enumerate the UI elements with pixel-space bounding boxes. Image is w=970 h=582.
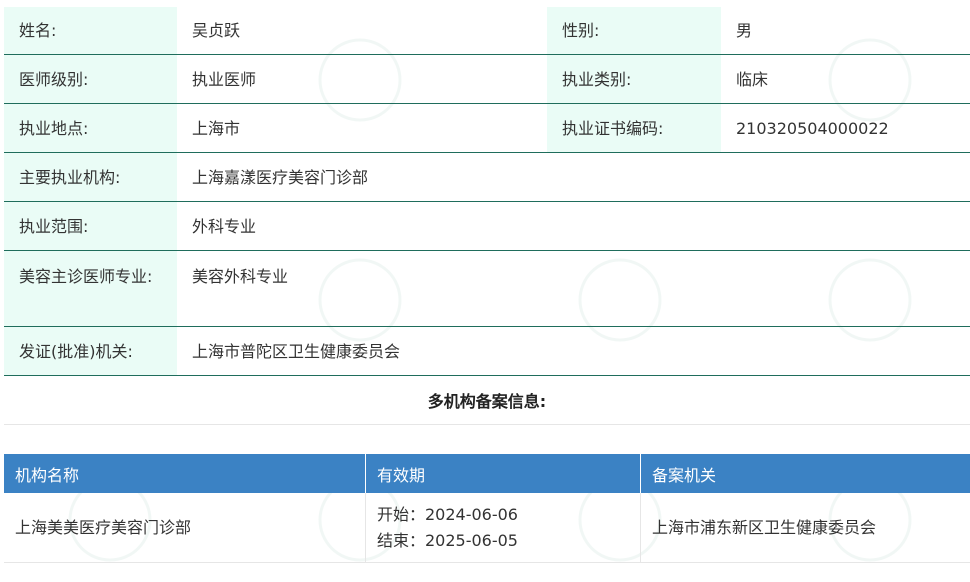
table-row: 上海美美医疗美容门诊部 开始：2024-06-06 结束：2025-06-05 … bbox=[4, 493, 970, 563]
category-value: 临床 bbox=[736, 69, 769, 89]
info-row-location-cert: 执业地点: 上海市 执业证书编码: 210320504000022 bbox=[4, 104, 970, 153]
validity-cell: 开始：2024-06-06 结束：2025-06-05 bbox=[366, 493, 641, 562]
doctor-profile-page: 姓名: 吴贞跃 性别: 男 医师级别: 执业医师 执业类别: 临床 执业地点: … bbox=[0, 0, 970, 582]
info-row-authority: 发证(批准)机关: 上海市普陀区卫生健康委员会 bbox=[4, 327, 970, 376]
header-authority: 备案机关 bbox=[652, 465, 717, 485]
multi-org-title: 多机构备案信息: bbox=[4, 375, 970, 425]
specialty-label: 美容主诊医师专业: bbox=[4, 251, 177, 326]
main-org-value: 上海嘉漾医疗美容门诊部 bbox=[192, 167, 369, 187]
level-label: 医师级别: bbox=[4, 55, 177, 103]
info-row-name-gender: 姓名: 吴贞跃 性别: 男 bbox=[4, 7, 970, 55]
main-org-label: 主要执业机构: bbox=[4, 153, 177, 201]
multi-org-table: 机构名称 有效期 备案机关 上海美美医疗美容门诊部 开始：2024-06-06 … bbox=[4, 454, 970, 563]
authority-cell: 上海市浦东新区卫生健康委员会 bbox=[652, 517, 877, 537]
location-label: 执业地点: bbox=[4, 104, 177, 152]
scope-value: 外科专业 bbox=[192, 216, 257, 236]
info-row-specialty: 美容主诊医师专业: 美容外科专业 bbox=[4, 251, 970, 327]
header-org-name: 机构名称 bbox=[4, 454, 366, 493]
location-value: 上海市 bbox=[192, 118, 241, 138]
table-header: 机构名称 有效期 备案机关 bbox=[4, 454, 970, 493]
info-row-scope: 执业范围: 外科专业 bbox=[4, 202, 970, 251]
validity-start: 开始：2024-06-06 bbox=[377, 504, 518, 524]
cert-code-value: 210320504000022 bbox=[736, 118, 889, 138]
authority-value: 上海市普陀区卫生健康委员会 bbox=[192, 341, 401, 361]
org-name-cell: 上海美美医疗美容门诊部 bbox=[4, 493, 366, 562]
scope-label: 执业范围: bbox=[4, 202, 177, 250]
category-label: 执业类别: bbox=[547, 55, 721, 103]
specialty-value: 美容外科专业 bbox=[192, 267, 289, 286]
validity-end: 结束：2025-06-05 bbox=[377, 530, 518, 550]
name-label: 姓名: bbox=[4, 7, 177, 54]
name-value: 吴贞跃 bbox=[192, 21, 241, 40]
doctor-info-table: 姓名: 吴贞跃 性别: 男 医师级别: 执业医师 执业类别: 临床 执业地点: … bbox=[4, 7, 970, 376]
authority-label: 发证(批准)机关: bbox=[4, 327, 177, 375]
info-row-level-category: 医师级别: 执业医师 执业类别: 临床 bbox=[4, 55, 970, 104]
info-row-main-org: 主要执业机构: 上海嘉漾医疗美容门诊部 bbox=[4, 153, 970, 202]
level-value: 执业医师 bbox=[192, 69, 257, 89]
gender-label: 性别: bbox=[547, 7, 721, 54]
cert-code-label: 执业证书编码: bbox=[547, 104, 721, 152]
header-validity: 有效期 bbox=[366, 454, 641, 493]
gender-value: 男 bbox=[736, 21, 753, 40]
